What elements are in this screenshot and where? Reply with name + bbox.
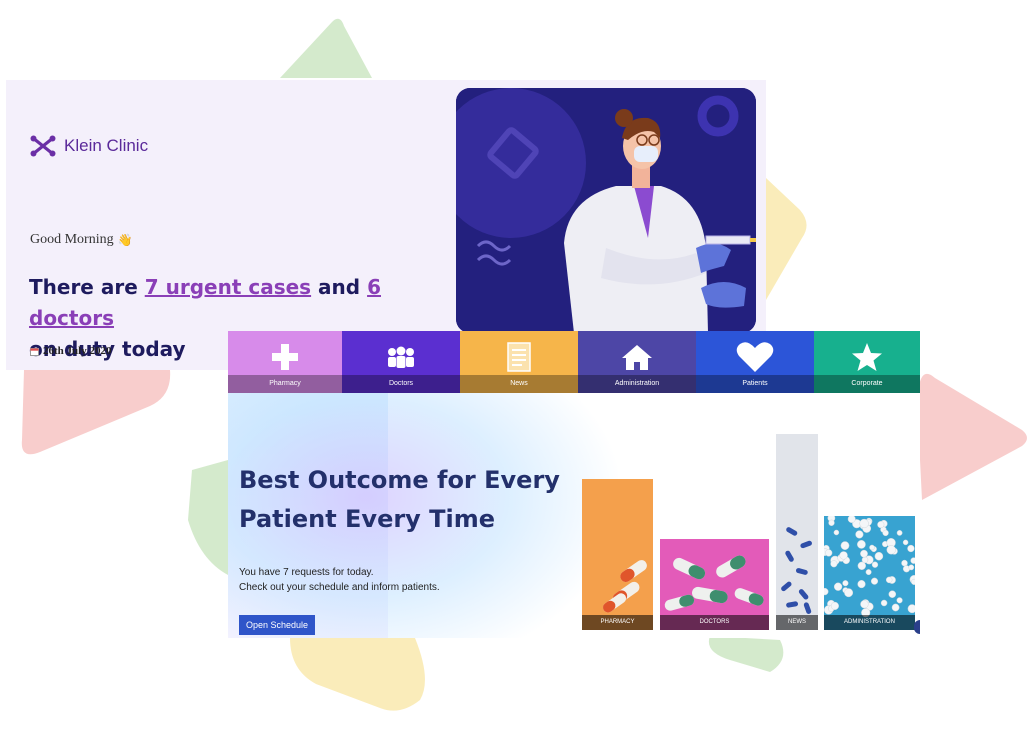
photo-caption: NEWS xyxy=(776,615,818,630)
pill-dot xyxy=(844,588,854,598)
people-icon xyxy=(381,339,421,375)
pill-dot xyxy=(891,603,900,612)
photo-news[interactable]: NEWS xyxy=(776,434,818,630)
pill-dot xyxy=(907,604,915,614)
pill-dot xyxy=(901,559,908,567)
section-tiles: Pharmacy Doctors News Administration Pat… xyxy=(228,331,920,393)
promo-card: Best Outcome for Every Patient Every Tim… xyxy=(228,393,920,638)
pill-dot xyxy=(874,551,884,561)
pill-dot xyxy=(855,530,864,539)
tile-doctors[interactable]: Doctors xyxy=(342,331,460,393)
brand-logo[interactable]: Klein Clinic xyxy=(30,135,148,157)
pill-dot xyxy=(842,580,849,587)
photo-pharmacy[interactable]: PHARMACY xyxy=(582,479,653,630)
pill-dot xyxy=(911,578,915,585)
doctor-illustration-art xyxy=(456,88,756,333)
pill-dot xyxy=(847,516,856,523)
pill-dot xyxy=(830,601,839,610)
stage: Klein Clinic Good Morning 👋 There are 7 … xyxy=(0,0,1028,736)
headline-middle: and xyxy=(311,275,368,299)
pill-dot xyxy=(908,564,915,571)
pills-image xyxy=(582,479,653,630)
star-icon xyxy=(847,339,887,375)
tile-news[interactable]: News xyxy=(460,331,578,393)
tile-label: Doctors xyxy=(342,375,460,393)
current-date: 26th July 2020 xyxy=(30,345,111,357)
photo-caption: DOCTORS xyxy=(660,615,769,630)
pill-dot xyxy=(839,551,848,560)
pill-dot xyxy=(833,582,843,591)
tile-label: Pharmacy xyxy=(228,375,342,393)
promo-description: You have 7 requests for today. Check out… xyxy=(239,565,440,595)
tile-corporate[interactable]: Corporate xyxy=(814,331,920,393)
pill-dot xyxy=(840,541,850,550)
pill-dot xyxy=(877,521,885,529)
pill-dot xyxy=(902,539,909,546)
heart-icon xyxy=(735,339,775,375)
calendar-icon xyxy=(30,347,39,356)
doctor-illustration xyxy=(456,88,756,333)
tile-pharmacy[interactable]: Pharmacy xyxy=(228,331,342,393)
promo-line-1: You have 7 requests for today. xyxy=(239,567,374,578)
pill-dot xyxy=(833,529,840,536)
tile-patients[interactable]: Patients xyxy=(696,331,814,393)
photo-caption: PHARMACY xyxy=(582,615,653,630)
tile-label: News xyxy=(460,375,578,393)
pill-dot xyxy=(828,519,835,526)
pill-dot xyxy=(869,544,875,551)
pill-dot xyxy=(825,549,833,557)
x-cross-logo-icon xyxy=(30,135,56,157)
pill-dot xyxy=(888,590,897,598)
brand-name: Klein Clinic xyxy=(64,136,149,155)
promo-title: Best Outcome for Every Patient Every Tim… xyxy=(239,466,560,533)
home-icon xyxy=(617,339,657,375)
tile-label: Administration xyxy=(578,375,696,393)
pill-dot xyxy=(859,518,869,529)
tile-label: Corporate xyxy=(814,375,920,393)
pill-dot xyxy=(857,580,866,589)
promo-line-2: Check out your schedule and inform patie… xyxy=(239,582,440,593)
date-text: 26th July 2020 xyxy=(43,345,112,357)
photo-caption: ADMINISTRATION xyxy=(824,615,915,630)
pill-dot xyxy=(857,540,866,549)
waving-hand-icon: 👋 xyxy=(117,232,133,247)
pill-dot xyxy=(830,560,838,568)
pill-dot xyxy=(886,545,896,555)
pill-dot xyxy=(871,561,879,568)
white-pills-image xyxy=(824,516,915,630)
plus-icon xyxy=(265,339,305,375)
scroll-indicator[interactable] xyxy=(914,620,920,634)
pill-dot xyxy=(860,600,869,609)
tile-administration[interactable]: Administration xyxy=(578,331,696,393)
document-icon xyxy=(499,339,539,375)
greeting: Good Morning 👋 xyxy=(30,232,133,248)
headline-prefix: There are xyxy=(29,275,145,299)
pill-dot xyxy=(885,576,893,584)
pill-dot xyxy=(880,599,888,607)
welcome-card: Klein Clinic Good Morning 👋 There are 7 … xyxy=(6,80,766,370)
pill-dot xyxy=(882,529,889,537)
blue-capsules-image xyxy=(776,434,818,630)
urgent-cases-link[interactable]: 7 urgent cases xyxy=(145,275,311,299)
tile-label: Patients xyxy=(696,375,814,393)
pill-dot xyxy=(896,530,903,536)
pill-dot xyxy=(865,569,872,576)
photo-administration[interactable]: ADMINISTRATION xyxy=(824,516,915,630)
pill-dot xyxy=(857,561,866,570)
pill-dot xyxy=(870,577,879,585)
photo-doctors[interactable]: DOCTORS xyxy=(660,539,769,630)
pill-dot xyxy=(896,597,903,604)
open-schedule-button[interactable]: Open Schedule xyxy=(239,615,316,635)
pill-dot xyxy=(910,557,915,564)
pill-dot xyxy=(907,544,915,553)
greeting-text: Good Morning xyxy=(30,232,114,247)
pill-dot xyxy=(860,549,868,558)
